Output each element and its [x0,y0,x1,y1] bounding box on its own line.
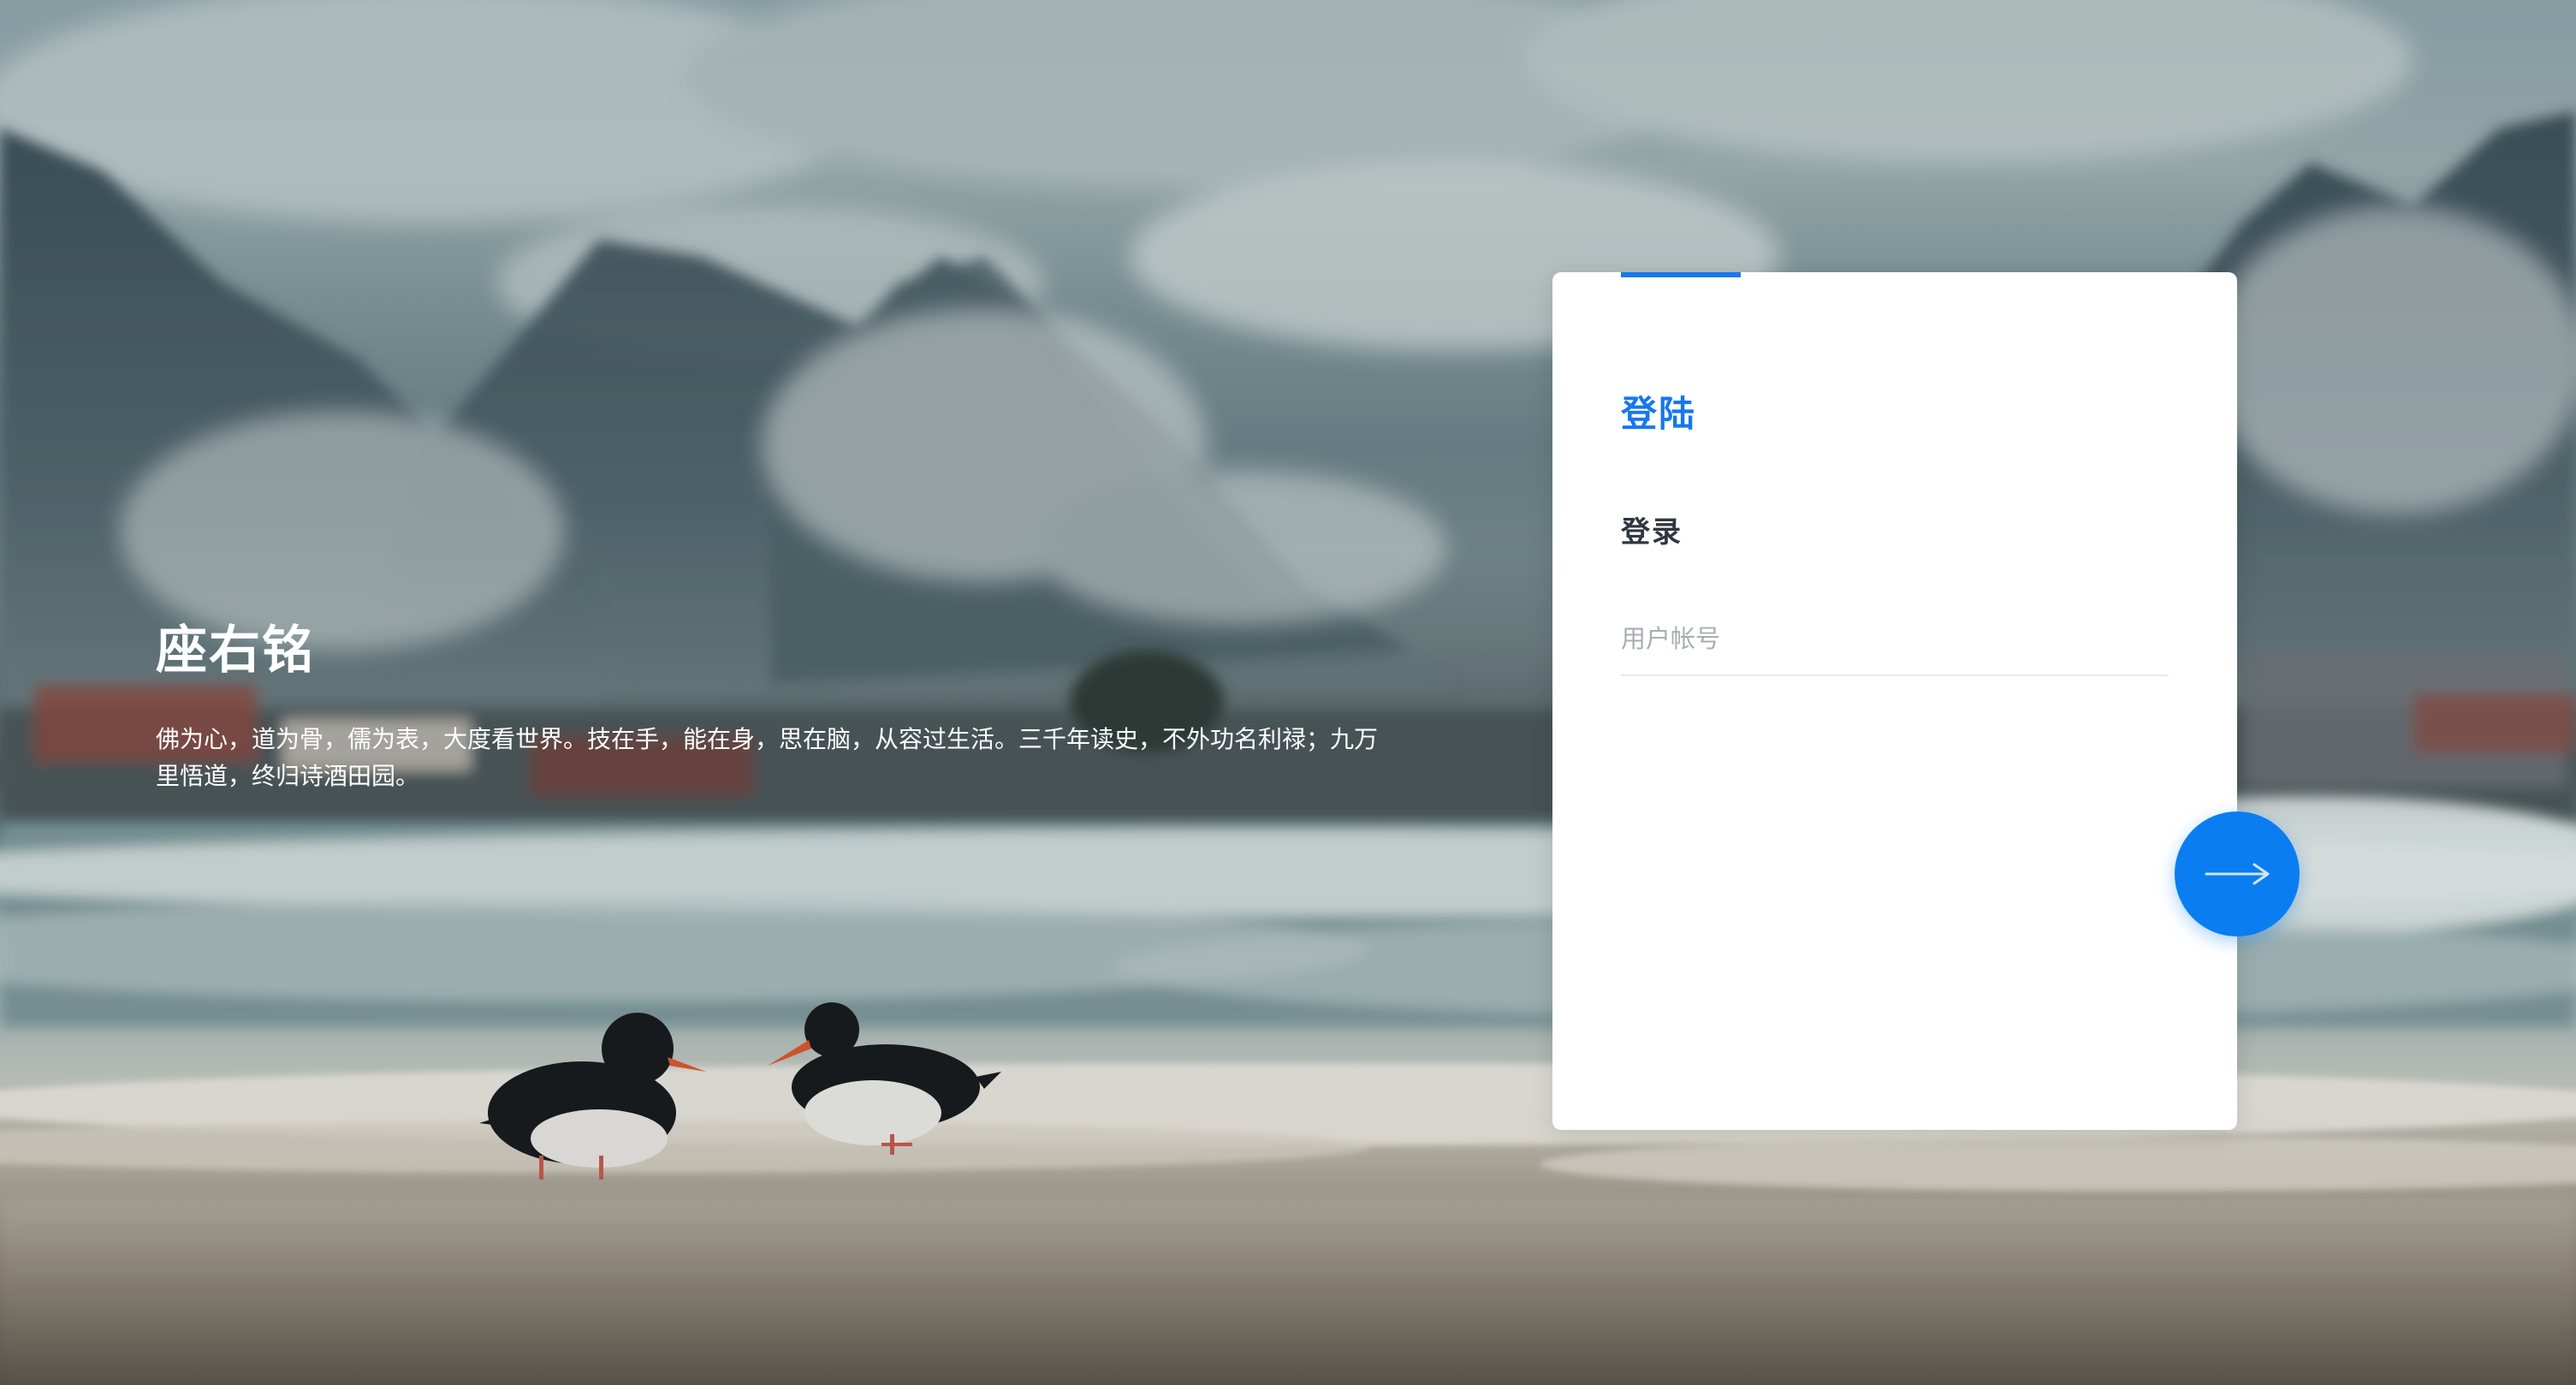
arrow-right-icon [2205,863,2270,885]
motto-title: 座右铭 [156,621,315,681]
submit-button[interactable] [2175,811,2300,936]
username-field [1621,604,2169,676]
motto-section: 座右铭 佛为心，道为骨，儒为表，大度看世界。技在手，能在身，思在脑，从容过生活。… [156,615,1380,794]
username-input[interactable] [1621,604,2169,673]
login-card: 登陆 登录 [1552,272,2237,1130]
motto-text: 佛为心，道为骨，儒为表，大度看世界。技在手，能在身，思在脑，从容过生活。三千年读… [156,725,1379,790]
tab-indicator [1621,272,1741,277]
login-subheading: 登录 [1621,515,1683,550]
login-heading[interactable]: 登陆 [1621,385,1696,437]
